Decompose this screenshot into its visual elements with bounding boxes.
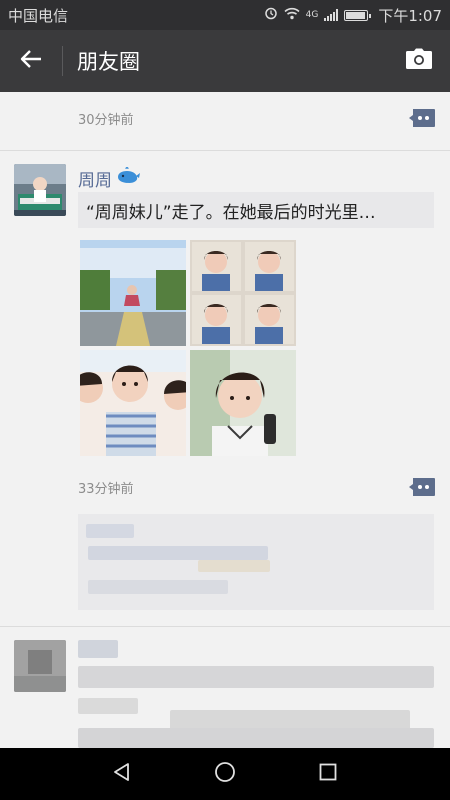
network-type-label: 4G (305, 9, 319, 20)
arrow-left-icon (20, 49, 42, 73)
moments-feed[interactable]: 30分钟前 周周 “周周妹儿”走了。在她最后的时光里… 33分钟前 (0, 92, 450, 748)
avatar[interactable] (14, 640, 66, 692)
post-separator (0, 626, 450, 627)
blurred-content (198, 560, 270, 572)
blurred-content (88, 546, 268, 560)
wifi-icon (284, 6, 300, 24)
camera-button[interactable] (388, 30, 450, 92)
post-footer: 33分钟前 (0, 470, 450, 520)
square-recents-icon (319, 763, 337, 785)
post-footer: 30分钟前 (0, 92, 450, 142)
circle-home-icon (214, 761, 236, 787)
avatar[interactable] (14, 164, 66, 216)
post-timestamp: 33分钟前 (78, 482, 134, 497)
nav-back-button[interactable] (102, 754, 142, 794)
post-photo[interactable] (190, 350, 296, 456)
battery-icon (344, 9, 372, 21)
post-photo[interactable] (80, 350, 186, 456)
clock-label: 下午1:07 (378, 6, 442, 25)
author-name[interactable]: 周周 (78, 166, 112, 191)
system-nav-bar (0, 748, 450, 800)
shared-article-card[interactable]: “周周妹儿”走了。在她最后的时光里… (78, 192, 434, 228)
back-button[interactable] (0, 30, 62, 92)
post-photo[interactable] (190, 240, 296, 346)
nav-home-button[interactable] (205, 754, 245, 794)
camera-icon (405, 48, 433, 74)
whale-icon (116, 166, 140, 190)
blurred-content (78, 728, 434, 748)
blurred-content (78, 640, 118, 658)
triangle-back-icon (112, 762, 132, 786)
shared-article-title: “周周妹儿”走了。在她最后的时光里… (86, 202, 376, 223)
status-icons: 4G 下午1:07 (264, 5, 442, 26)
signal-icon (324, 9, 339, 21)
alarm-icon (264, 6, 278, 24)
post-timestamp: 30分钟前 (78, 113, 134, 128)
post-photo[interactable] (80, 240, 186, 346)
comment-button[interactable] (408, 108, 436, 128)
blurred-content (88, 580, 228, 594)
title-bar: 朋友圈 (0, 30, 450, 92)
status-bar: 中国电信 4G 下午1:07 (0, 0, 450, 30)
likes-comments-area (78, 514, 434, 610)
page-title: 朋友圈 (77, 50, 140, 74)
blurred-content (86, 524, 134, 538)
blurred-content (78, 698, 138, 714)
comment-button[interactable] (408, 477, 436, 497)
carrier-label: 中国电信 (8, 6, 69, 25)
post-author[interactable]: 周周 (78, 166, 140, 191)
nav-recents-button[interactable] (308, 754, 348, 794)
post-separator (0, 150, 450, 151)
blurred-content (78, 666, 434, 688)
